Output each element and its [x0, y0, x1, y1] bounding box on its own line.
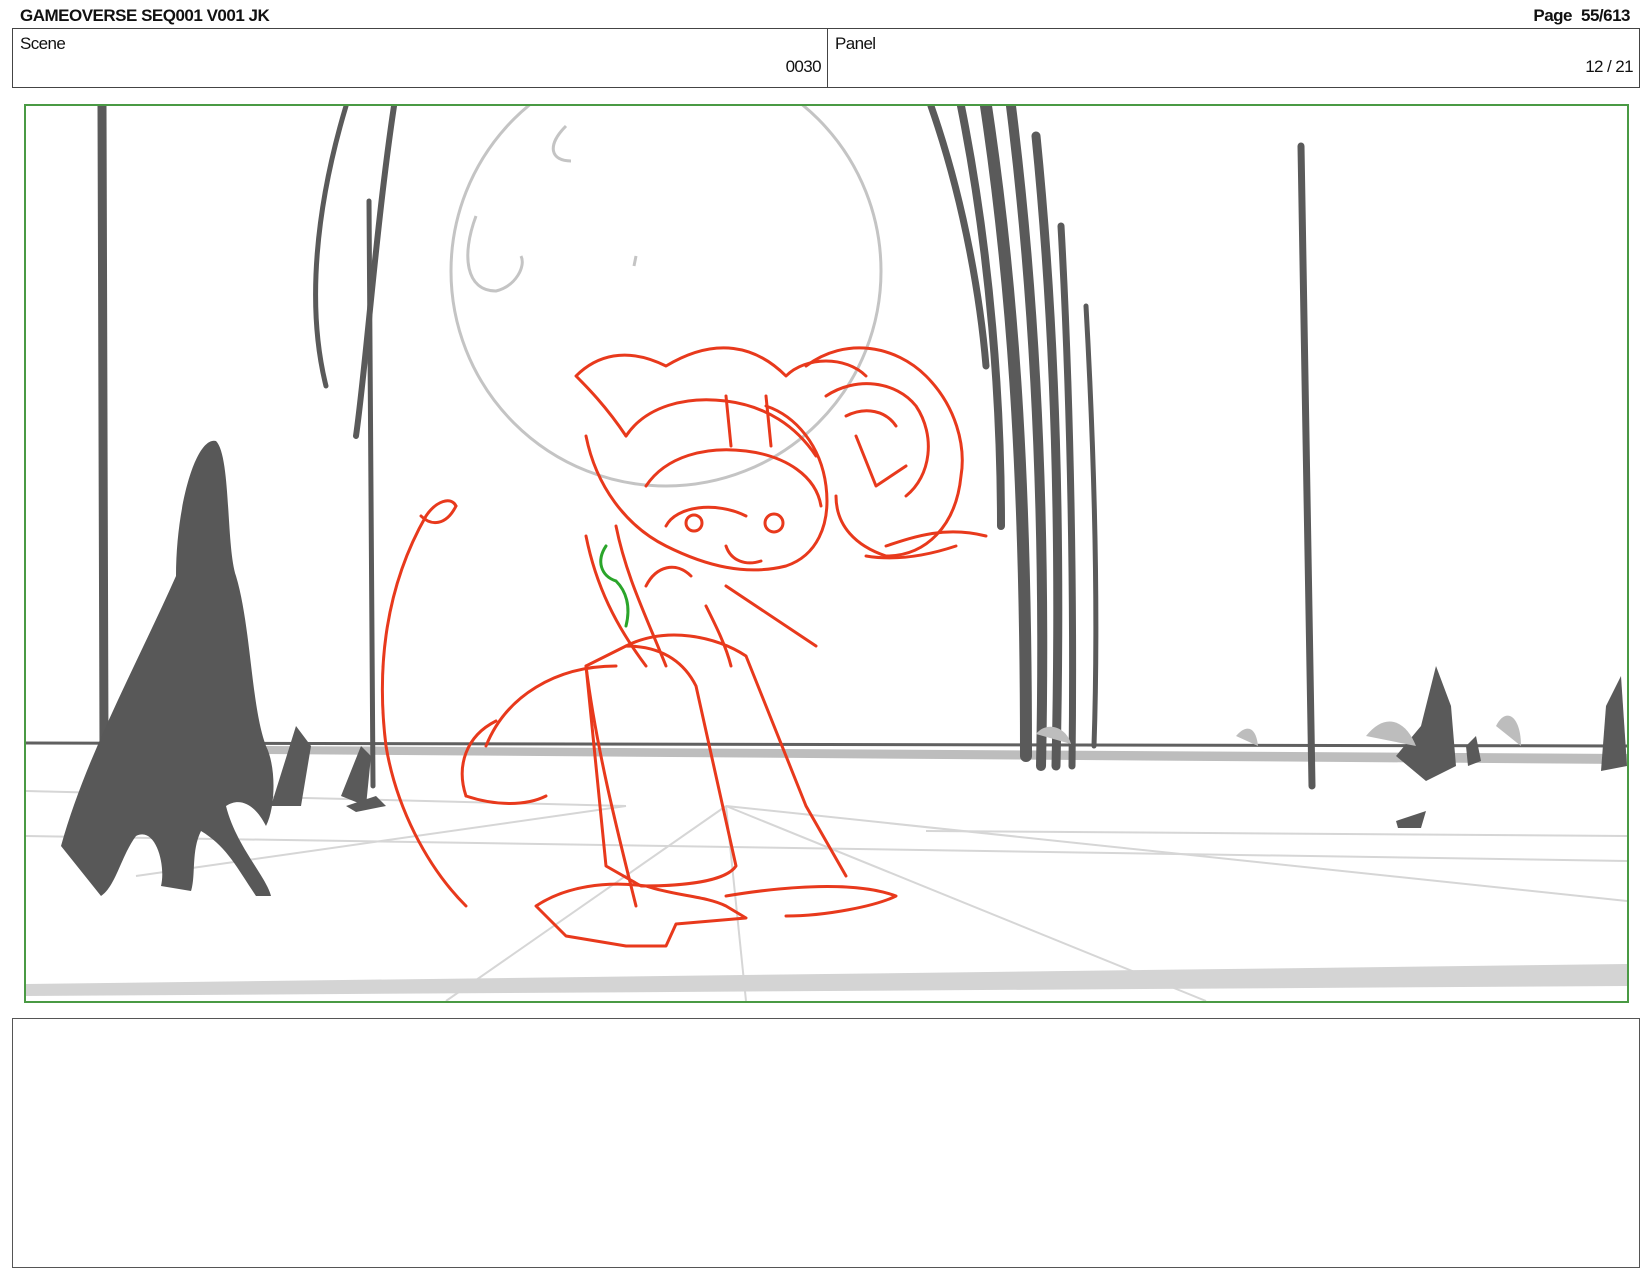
- dark-rock-small: [271, 726, 311, 806]
- page-label-text: Page: [1533, 6, 1572, 25]
- document-title: GAMEOVERSE SEQ001 V001 JK: [20, 6, 270, 25]
- scene-label: Scene: [20, 34, 66, 53]
- background-poles: [97, 106, 1316, 790]
- foreground-edge: [26, 964, 1627, 996]
- page-number: 55/613: [1581, 6, 1631, 25]
- dark-rock-left: [61, 440, 274, 896]
- scene-number: 0030: [785, 57, 822, 76]
- scene-panel-info-box: Scene 0030 Panel 12 / 21: [12, 28, 1640, 88]
- panel-label: Panel: [835, 34, 876, 53]
- page-counter: Page 55/613: [1533, 6, 1630, 26]
- storyboard-panel-frame: [24, 104, 1629, 1003]
- scene-cell: Scene 0030: [13, 29, 828, 87]
- storyboard-sketch-image: [26, 106, 1627, 1001]
- moon-sketch: [449, 106, 883, 488]
- panel-number: 12 / 21: [1585, 57, 1633, 76]
- character-sketch: [380, 346, 988, 948]
- horizon-line: [26, 741, 1627, 748]
- notes-box: [12, 1018, 1640, 1268]
- dark-rock-small-2: [341, 746, 371, 806]
- panel-cell: Panel 12 / 21: [828, 29, 1639, 87]
